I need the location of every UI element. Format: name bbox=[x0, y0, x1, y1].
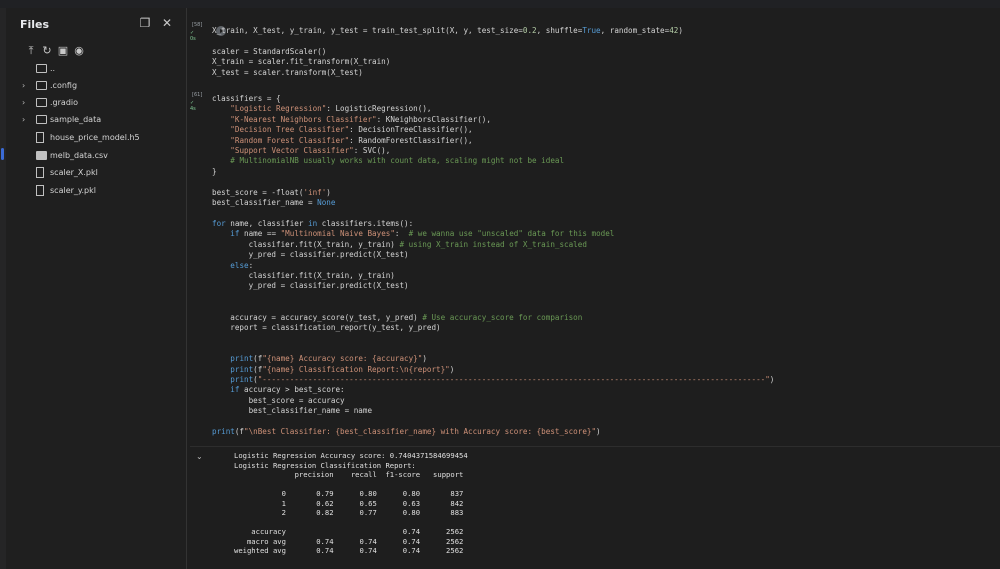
execution-count: [58] bbox=[192, 22, 203, 28]
folder-icon bbox=[36, 98, 47, 107]
file-icon bbox=[36, 167, 44, 178]
close-icon[interactable]: ✕ bbox=[160, 16, 174, 30]
files-title: Files bbox=[20, 18, 50, 31]
tree-item-label: .config bbox=[50, 81, 78, 90]
tree-item-config[interactable]: › .config bbox=[16, 78, 184, 94]
file-icon bbox=[36, 132, 44, 143]
chevron-right-icon[interactable]: › bbox=[22, 112, 32, 128]
file-icon bbox=[36, 185, 44, 196]
tree-item-scaler-y[interactable]: scaler_y.pkl bbox=[16, 183, 184, 199]
chevron-right-icon[interactable]: › bbox=[22, 78, 32, 94]
tree-item-label: .gradio bbox=[50, 98, 79, 107]
tree-item-sample-data[interactable]: › sample_data bbox=[16, 112, 184, 128]
tree-item-parent[interactable]: .. bbox=[16, 61, 184, 77]
panel-divider[interactable] bbox=[186, 8, 187, 569]
top-bar bbox=[0, 0, 1000, 8]
folder-icon bbox=[36, 115, 47, 124]
tree-item-label: scaler_X.pkl bbox=[50, 168, 98, 177]
execution-status: ✓ 4s bbox=[190, 100, 196, 112]
folder-icon bbox=[36, 64, 47, 73]
cell-2-output: Logistic Regression Accuracy score: 0.74… bbox=[234, 451, 468, 555]
tree-item-gradio[interactable]: › .gradio bbox=[16, 95, 184, 111]
cell-2-code[interactable]: classifiers = { "Logistic Regression": L… bbox=[212, 94, 774, 437]
visibility-icon[interactable]: ◉ bbox=[72, 44, 86, 58]
tree-item-label: melb_data.csv bbox=[50, 151, 108, 160]
output-divider bbox=[190, 446, 1000, 447]
chevron-down-icon[interactable]: ⌄ bbox=[196, 452, 203, 461]
tree-item-scaler-x[interactable]: scaler_X.pkl bbox=[16, 165, 184, 181]
chevron-right-icon[interactable]: › bbox=[22, 95, 32, 111]
tree-item-label: scaler_y.pkl bbox=[50, 186, 96, 195]
tree-item-label: house_price_model.h5 bbox=[50, 133, 140, 142]
tree-item-melb-data[interactable]: melb_data.csv bbox=[16, 148, 184, 164]
execution-count: [61] bbox=[192, 92, 203, 98]
new-folder-icon[interactable]: ▣ bbox=[56, 44, 70, 58]
files-panel: Files ❐ ✕ ⤒ ↻ ▣ ◉ .. › .config › .gradio… bbox=[6, 8, 186, 569]
active-indicator bbox=[1, 148, 4, 160]
folder-icon bbox=[36, 81, 47, 90]
tree-item-label: sample_data bbox=[50, 115, 102, 124]
tree-item-label: .. bbox=[50, 64, 56, 73]
csv-file-icon bbox=[36, 151, 47, 160]
execution-status: ✓ 0s bbox=[190, 30, 196, 42]
upload-icon[interactable]: ⤒ bbox=[24, 44, 38, 58]
refresh-icon[interactable]: ↻ bbox=[40, 44, 54, 58]
cell-1-code[interactable]: X_train, X_test, y_train, y_test = train… bbox=[212, 26, 683, 78]
maximize-panel-icon[interactable]: ❐ bbox=[138, 16, 152, 30]
tree-item-house-price-model[interactable]: house_price_model.h5 bbox=[16, 130, 184, 146]
